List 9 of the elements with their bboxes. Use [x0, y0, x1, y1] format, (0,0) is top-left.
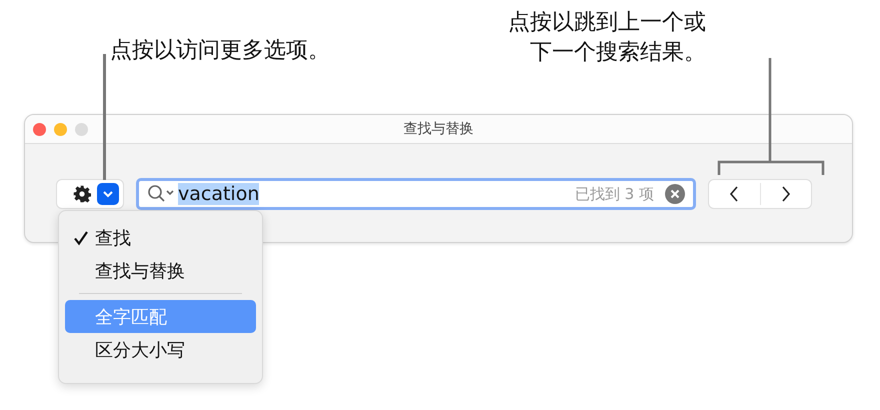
search-text: vacation — [178, 183, 260, 205]
window-title: 查找与替换 — [404, 120, 474, 138]
result-count: 已找到 3 项 — [574, 184, 654, 204]
callout-text: 点按以访问更多选项。 — [110, 37, 330, 65]
menu-item[interactable]: 区分大小写 — [65, 333, 256, 366]
search-field[interactable]: vacation 已找到 3 项 — [136, 178, 696, 210]
menu-item[interactable]: 查找 — [65, 221, 256, 254]
menu-item[interactable]: 查找与替换 — [65, 254, 256, 287]
callout-text: 点按以跳到上一个或 下一个搜索结果。 — [508, 9, 706, 67]
